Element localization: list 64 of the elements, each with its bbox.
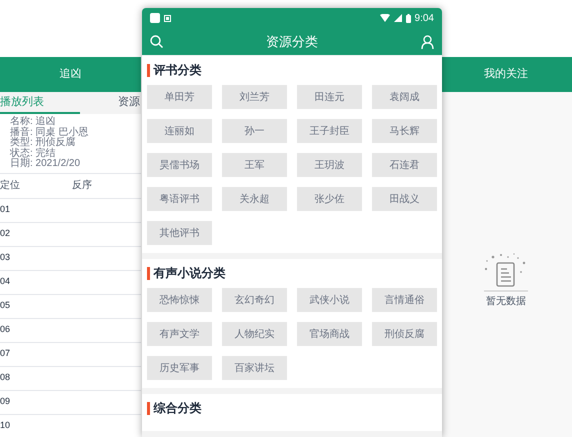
wifi-icon [380, 14, 390, 22]
episode-item[interactable]: 07 [0, 347, 10, 361]
category-chip[interactable]: 田战义 [372, 187, 437, 211]
episode-item[interactable]: 02 [0, 227, 10, 241]
small-square-icon [164, 14, 171, 22]
signal-icon [394, 14, 402, 22]
tab[interactable]: 资源 [118, 92, 141, 114]
category-chip[interactable]: 恐怖惊悚 [147, 288, 212, 312]
category-chip[interactable]: 百家讲坛 [222, 356, 287, 380]
accent-bar [147, 64, 150, 76]
category-chip[interactable]: 言情通俗 [372, 288, 437, 312]
category-chip[interactable]: 王子封臣 [297, 119, 362, 143]
category-chip[interactable]: 官场商战 [297, 322, 362, 346]
category-chip[interactable]: 其他评书 [147, 221, 212, 245]
text-button[interactable]: 反序 [72, 178, 92, 193]
screen-title: 追凶 [60, 67, 82, 82]
category-chip[interactable]: 单田芳 [147, 85, 212, 109]
category-chip[interactable]: 粤语评书 [147, 187, 212, 211]
info-text: 播音: 同桌 巴小恩 [10, 128, 90, 138]
category-chip[interactable]: 关永超 [222, 187, 287, 211]
category-chip[interactable]: 历史军事 [147, 356, 212, 380]
episode-item[interactable]: 08 [0, 371, 10, 385]
category-chip[interactable]: 刑侦反腐 [372, 322, 437, 346]
category-chip[interactable]: 玄幻奇幻 [222, 288, 287, 312]
episode-item[interactable]: 06 [0, 323, 10, 337]
battery-icon [406, 14, 411, 22]
episode-item[interactable]: 01 [0, 203, 10, 217]
screen-title: 我的关注 [484, 66, 528, 82]
info-text: 状态: 完结 [10, 148, 57, 158]
text-button[interactable]: 定位 [0, 178, 72, 193]
category-chip[interactable]: 王军 [222, 153, 287, 177]
category-chip[interactable]: 武侠小说 [297, 288, 362, 312]
episode-item[interactable]: 04 [0, 275, 10, 289]
screen-title: 资源分类 [266, 32, 318, 51]
episode-item[interactable]: 05 [0, 299, 10, 313]
category-chip[interactable]: 刘兰芳 [222, 85, 287, 109]
info-text: 类型: 刑侦反腐 [10, 138, 77, 148]
category-chip[interactable]: 田连元 [297, 85, 362, 109]
episode-item[interactable]: 03 [0, 251, 10, 265]
category-chip[interactable]: 王玥波 [297, 153, 362, 177]
accent-bar [147, 402, 150, 414]
category-chip[interactable]: 人物纪实 [222, 322, 287, 346]
category-chip[interactable]: 袁阔成 [372, 85, 437, 109]
info-text: 名称: 追凶 [10, 117, 57, 127]
section-title: 综合分类 [154, 400, 202, 417]
status-time: 9:04 [414, 12, 434, 26]
search-icon[interactable] [150, 35, 163, 48]
empty-message: 暂无数据 [486, 294, 526, 309]
app-square-icon [150, 13, 160, 23]
category-chip[interactable]: 石连君 [372, 153, 437, 177]
episode-item[interactable]: 09 [0, 395, 10, 409]
section-title: 有声小说分类 [154, 265, 226, 282]
category-chip[interactable]: 马长辉 [372, 119, 437, 143]
category-chip[interactable]: 孙一 [222, 119, 287, 143]
episode-item[interactable]: 10 [0, 419, 10, 433]
category-chip[interactable]: 连丽如 [147, 119, 212, 143]
section-title: 评书分类 [154, 62, 202, 79]
accent-bar [147, 266, 150, 280]
info-text: 日期: 2021/2/20 [10, 159, 82, 170]
tab[interactable]: 播放列表 [0, 92, 80, 114]
category-chip[interactable]: 有声文学 [147, 322, 212, 346]
category-chip[interactable]: 昊儒书场 [147, 153, 212, 177]
category-chip[interactable]: 张少佐 [297, 187, 362, 211]
user-icon[interactable] [421, 34, 434, 48]
